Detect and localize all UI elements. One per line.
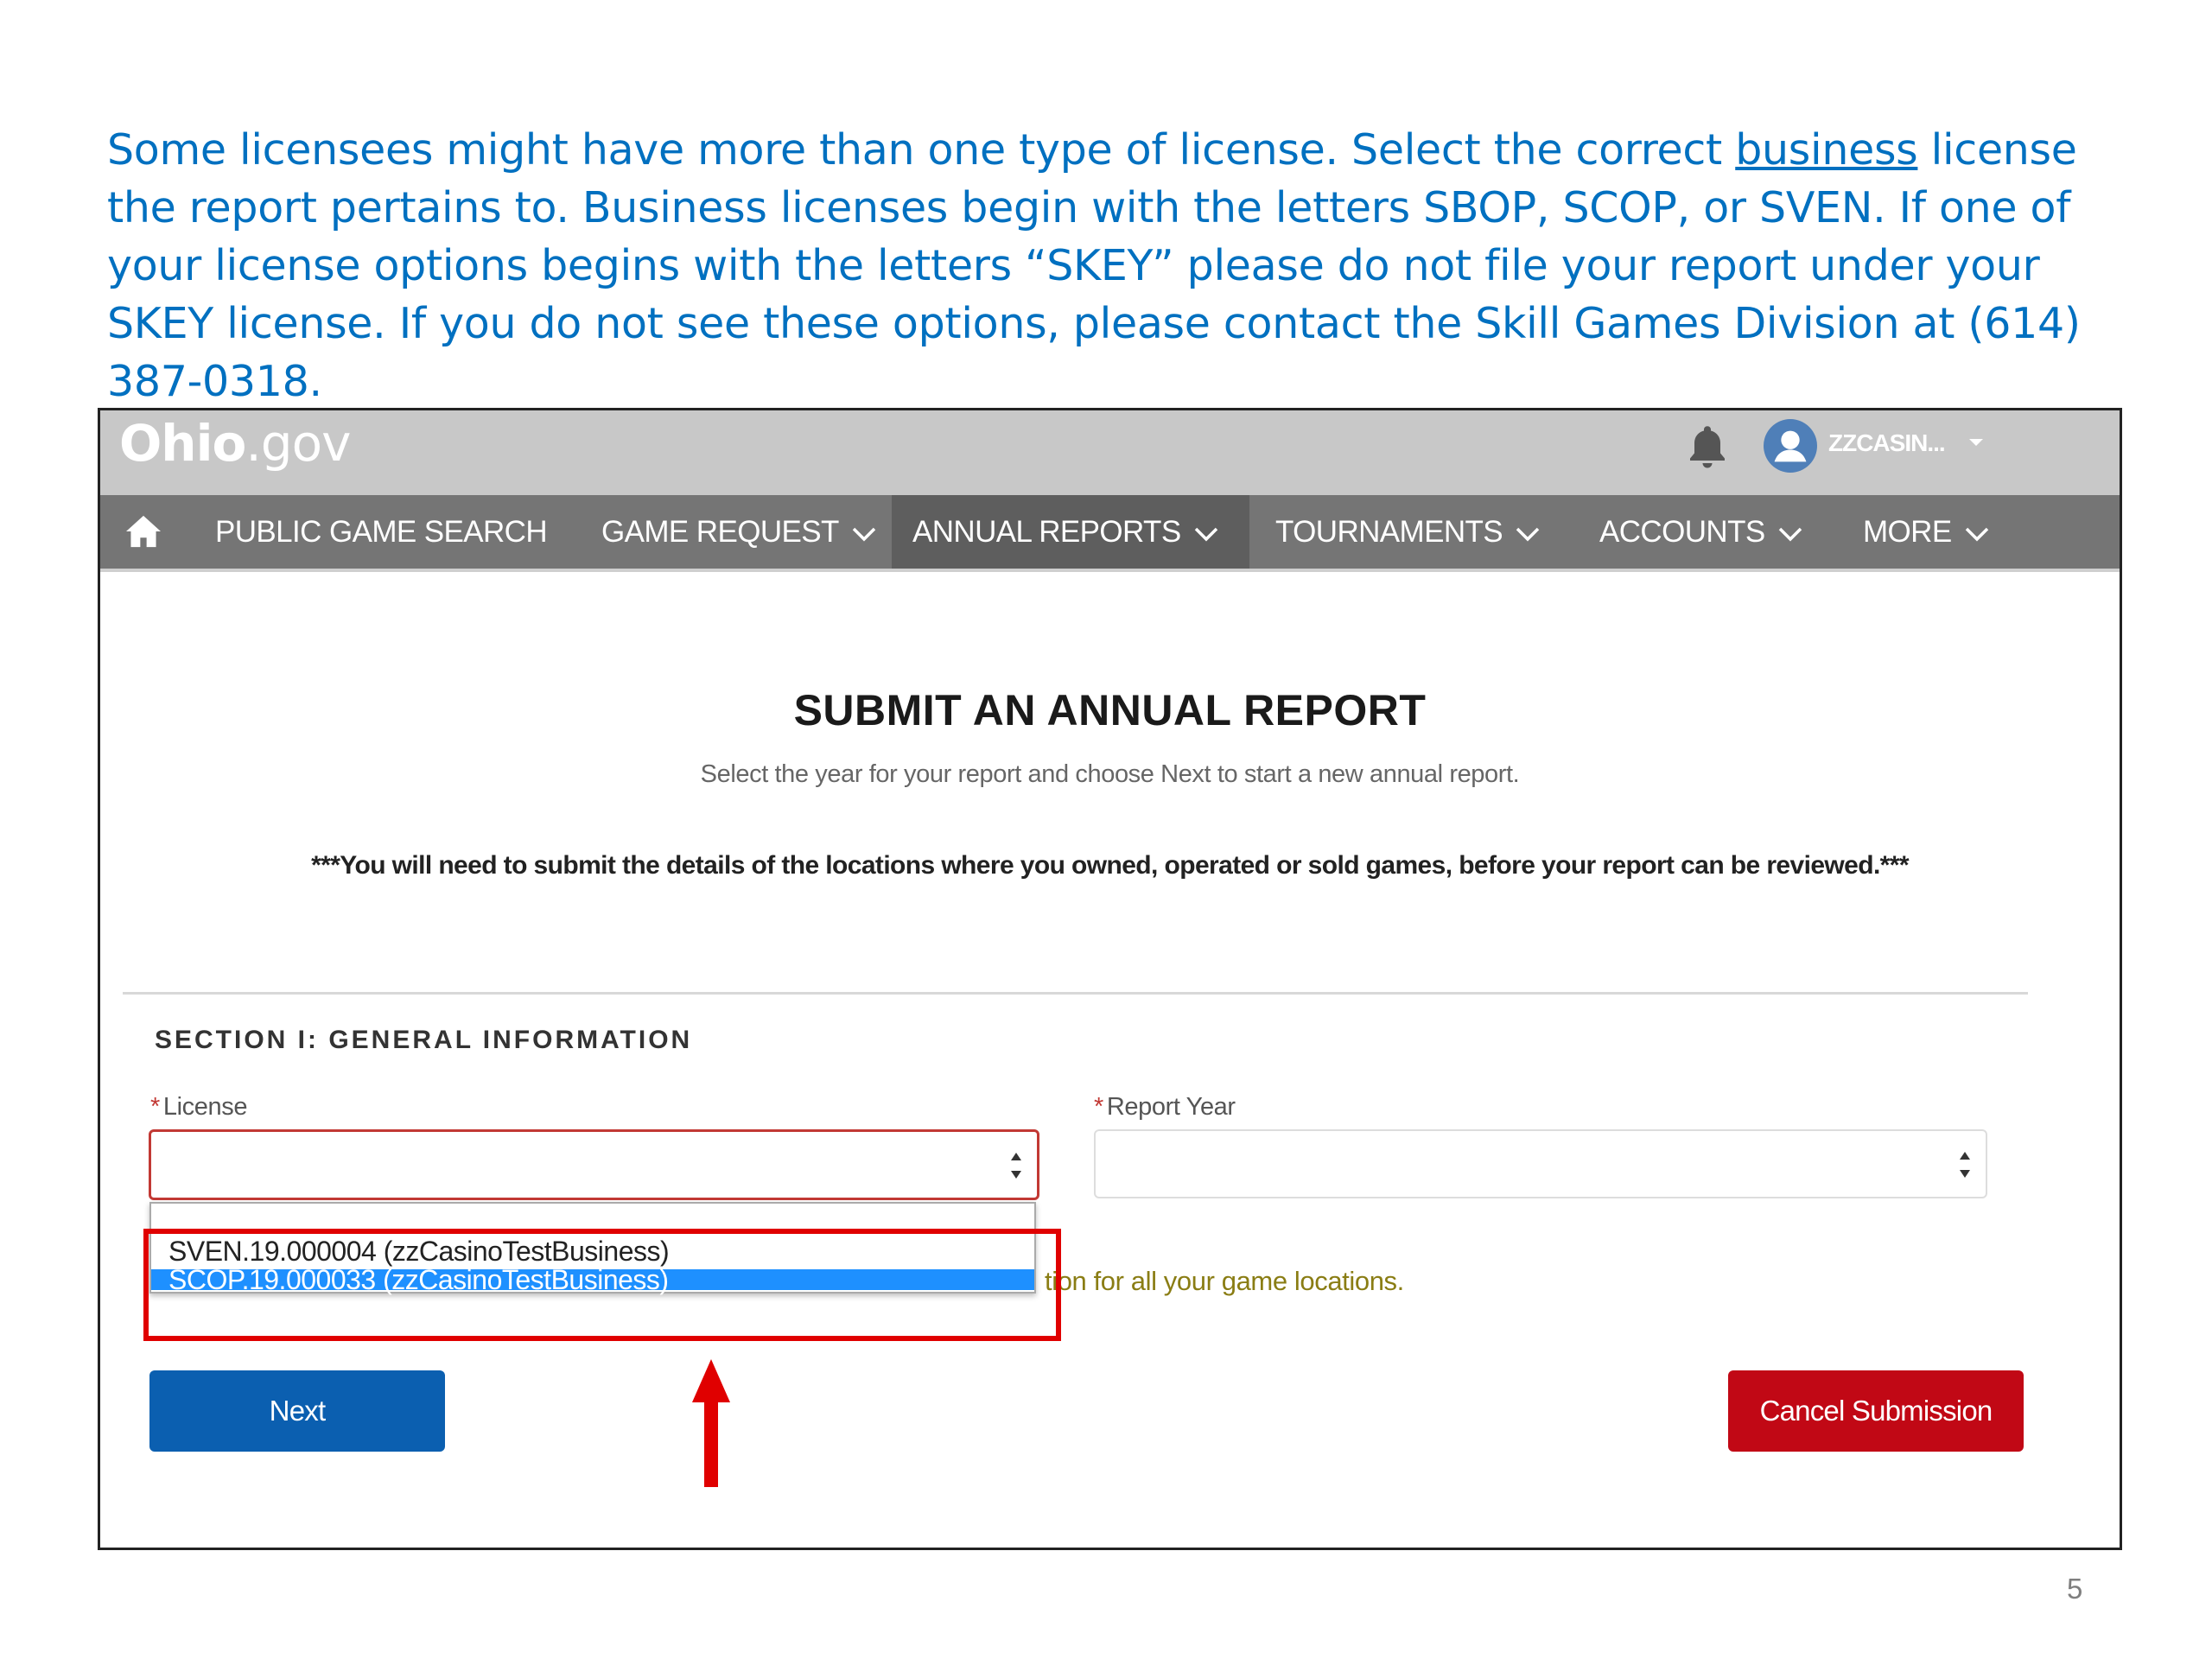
- license-label: * License: [150, 1093, 247, 1122]
- chevron-down-icon: [1965, 527, 1988, 542]
- select-arrows-icon: [1960, 1152, 1970, 1178]
- nav-tournaments[interactable]: TOURNAMENTS: [1275, 495, 1541, 569]
- locations-notice: ***You will need to submit the details o…: [311, 851, 1909, 880]
- page-subtitle: Select the year for your report and choo…: [700, 760, 1520, 788]
- instruction-text: Some licensees might have more than one …: [107, 121, 2120, 410]
- nav-label: PUBLIC GAME SEARCH: [215, 515, 548, 549]
- arrow-up-icon: [692, 1359, 730, 1487]
- caret-down-icon[interactable]: [1969, 439, 1983, 446]
- chevron-down-icon: [1516, 527, 1540, 542]
- logo-main: Ohio: [119, 414, 246, 473]
- report-year-select[interactable]: [1094, 1129, 1987, 1198]
- required-marker: *: [150, 1093, 160, 1121]
- page-title: SUBMIT AN ANNUAL REPORT: [793, 686, 1427, 734]
- nav-label: ANNUAL REPORTS: [912, 515, 1181, 549]
- logo-suffix: .gov: [245, 414, 351, 473]
- slide-page-number: 5: [2067, 1573, 2083, 1605]
- license-select[interactable]: [149, 1129, 1039, 1200]
- nav-annual-reports[interactable]: ANNUAL REPORTS: [892, 495, 1249, 569]
- nav-public-game-search[interactable]: PUBLIC GAME SEARCH: [215, 495, 548, 569]
- chevron-down-icon: [852, 527, 876, 542]
- instruction-part-1: Some licensees might have more than one …: [107, 125, 1736, 175]
- highlight-callout-box: [143, 1229, 1061, 1341]
- user-avatar-icon[interactable]: [1764, 419, 1817, 473]
- ohio-gov-logo[interactable]: Ohio.gov: [119, 414, 351, 473]
- bell-icon[interactable]: [1681, 421, 1733, 473]
- nav-accounts[interactable]: ACCOUNTS: [1599, 495, 1803, 569]
- nav-label: MORE: [1863, 515, 1952, 549]
- report-year-label: * Report Year: [1094, 1093, 1236, 1122]
- section-title: SECTION I: GENERAL INFORMATION: [155, 1026, 693, 1054]
- cancel-submission-button[interactable]: Cancel Submission: [1728, 1370, 2024, 1452]
- section-divider: [123, 992, 2028, 995]
- nav-game-request[interactable]: GAME REQUEST: [601, 495, 877, 569]
- required-marker: *: [1094, 1093, 1103, 1121]
- select-arrows-icon: [1011, 1153, 1021, 1179]
- home-icon[interactable]: [124, 514, 162, 549]
- license-label-text: License: [162, 1093, 248, 1121]
- nav-more[interactable]: MORE: [1863, 495, 1990, 569]
- portal-screenshot: Ohio.gov ZZCASIN... PUBLIC GAME SEARCH G…: [98, 408, 2122, 1550]
- locations-hint-text: tion for all your game locations.: [1045, 1266, 1404, 1296]
- main-navigation: PUBLIC GAME SEARCH GAME REQUEST ANNUAL R…: [100, 495, 2120, 572]
- chevron-down-icon: [1778, 527, 1802, 542]
- user-menu-name[interactable]: ZZCASIN...: [1828, 429, 1946, 457]
- instruction-underlined-word: business: [1735, 125, 1918, 175]
- nav-label: TOURNAMENTS: [1275, 515, 1503, 549]
- nav-label: GAME REQUEST: [601, 515, 839, 549]
- nav-label: ACCOUNTS: [1599, 515, 1765, 549]
- top-bar: Ohio.gov ZZCASIN...: [100, 410, 2120, 495]
- next-button[interactable]: Next: [149, 1370, 445, 1452]
- report-year-label-text: Report Year: [1106, 1093, 1236, 1121]
- chevron-down-icon: [1194, 527, 1217, 542]
